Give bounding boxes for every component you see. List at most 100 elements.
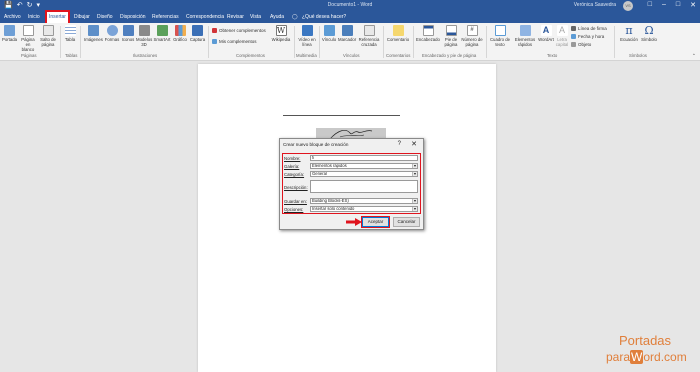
encabezado-button[interactable]: Encabezado: [416, 25, 440, 42]
chart-icon: [174, 25, 186, 36]
obtener-complementos-button[interactable]: Obtener complementos: [212, 28, 266, 34]
aceptar-button[interactable]: Aceptar: [361, 216, 390, 228]
comentario-button[interactable]: Comentario: [385, 25, 411, 42]
chevron-down-icon[interactable]: ▼: [412, 207, 417, 211]
opciones-label: Opciones:: [284, 207, 304, 212]
tabla-button[interactable]: Tabla: [63, 25, 77, 42]
smartart-icon: [156, 25, 168, 36]
group-label-complementos: Complementos: [236, 53, 265, 58]
group-label-tablas: Tablas: [65, 53, 78, 58]
opciones-select[interactable]: Insertar solo contenido ▼: [310, 206, 418, 212]
grafico-button[interactable]: Gráfico: [172, 25, 188, 42]
galeria-label: Galería:: [284, 164, 300, 169]
minimize-icon[interactable]: –: [662, 1, 666, 9]
descripcion-field[interactable]: [310, 180, 418, 193]
tab-ayuda[interactable]: Ayuda: [270, 14, 284, 20]
divider: [80, 26, 81, 58]
page-number-icon: #: [466, 25, 478, 36]
mis-complementos-button[interactable]: Mis complementos: [212, 39, 257, 45]
ecuacion-button[interactable]: π Ecuación: [619, 25, 639, 42]
footer-icon: [445, 25, 457, 36]
group-label-texto: Texto: [547, 53, 558, 58]
pagina-en-blanco-button[interactable]: Página en blanco: [19, 25, 37, 52]
comment-icon: [392, 25, 404, 36]
collapse-ribbon-icon[interactable]: ⌃: [692, 53, 696, 59]
shapes-icon: [106, 25, 118, 36]
ribbon-display-icon[interactable]: □: [648, 1, 652, 9]
tab-vista[interactable]: Vista: [250, 14, 261, 20]
divider: [319, 26, 320, 58]
group-label-simbolos: Símbolos: [629, 53, 647, 58]
tab-revisar[interactable]: Revisar: [227, 14, 244, 20]
cancelar-button[interactable]: Cancelar: [393, 217, 420, 227]
lightbulb-icon: ◯: [292, 14, 298, 20]
create-building-block-dialog: Crear nuevo bloque de creación ? ✕ Nombr…: [279, 138, 424, 230]
group-label-comentarios: Comentarios: [386, 53, 411, 58]
salto-de-pagina-button[interactable]: Salto de página: [39, 25, 57, 47]
store-icon: [212, 28, 217, 34]
tab-disposicion[interactable]: Disposición: [120, 14, 146, 20]
signature-line-icon: [571, 26, 576, 32]
tab-dibujar[interactable]: Dibujar: [74, 14, 90, 20]
fecha-y-hora-button[interactable]: Fecha y hora: [571, 34, 604, 40]
simbolo-button[interactable]: Ω Símbolo: [641, 25, 657, 42]
brand-watermark-domain: paraWord.com: [606, 350, 687, 364]
tab-insertar[interactable]: Insertar: [45, 10, 70, 25]
smartart-button[interactable]: SmartArt: [153, 25, 171, 42]
tell-me-search[interactable]: ¿Qué desea hacer?: [302, 14, 346, 20]
marcador-button[interactable]: Marcador: [338, 25, 356, 42]
video-en-linea-button[interactable]: Vídeo en línea: [297, 25, 317, 47]
pi-icon: π: [625, 24, 633, 37]
nombre-label: Nombre:: [284, 156, 301, 161]
formas-button[interactable]: Formas: [104, 25, 120, 42]
chevron-down-icon[interactable]: ▼: [412, 164, 417, 168]
divider: [413, 26, 414, 58]
close-icon[interactable]: ✕: [411, 140, 417, 148]
text-box-icon: [494, 25, 506, 36]
descripcion-label: Descripción:: [284, 185, 308, 190]
screenshot-icon: [192, 25, 203, 36]
chevron-down-icon[interactable]: ▼: [412, 172, 417, 176]
imagenes-button[interactable]: Imágenes: [84, 25, 103, 42]
maximize-icon[interactable]: □: [676, 1, 680, 9]
3d-models-icon: [138, 25, 150, 36]
elementos-rapidos-button[interactable]: Elementos rápidos: [513, 25, 537, 47]
cuadro-de-texto-button[interactable]: Cuadro de texto: [488, 25, 512, 47]
user-name[interactable]: Verónica Saavedra: [574, 2, 616, 8]
guardar-en-select[interactable]: Building Blocks-ES) ▼: [310, 198, 418, 204]
link-icon: [323, 25, 335, 36]
group-label-ilustraciones: Ilustraciones: [133, 53, 158, 58]
pie-de-pagina-button[interactable]: Pie de página: [442, 25, 460, 47]
help-icon[interactable]: ?: [398, 141, 401, 147]
referencia-cruzada-button[interactable]: Referencia cruzada: [357, 25, 381, 47]
objeto-button[interactable]: Objeto: [571, 42, 591, 48]
linea-de-firma-button[interactable]: Línea de firma: [571, 26, 607, 32]
brand-watermark-title: Portadas: [619, 333, 672, 348]
tab-archivo[interactable]: Archivo: [4, 14, 21, 20]
letra-capital-button[interactable]: A Letra capital: [555, 25, 569, 47]
modelos-3d-button[interactable]: Modelos 3D: [136, 25, 152, 47]
page-break-icon: [42, 25, 54, 36]
vinculo-button[interactable]: Vínculo: [321, 25, 337, 42]
categoria-select[interactable]: General ▼: [310, 171, 418, 177]
wikipedia-button[interactable]: W Wikipedia: [270, 25, 292, 42]
nombre-field[interactable]: fi: [310, 155, 418, 161]
captura-button[interactable]: Captura: [189, 25, 206, 42]
wordart-button[interactable]: A WordArt: [538, 25, 554, 42]
divider: [60, 26, 61, 58]
pictures-icon: [87, 25, 99, 36]
close-icon[interactable]: ✕: [690, 1, 696, 9]
tab-diseno[interactable]: Diseño: [97, 14, 113, 20]
portada-button[interactable]: Portada: [2, 25, 17, 42]
numero-de-pagina-button[interactable]: # Número de página: [461, 25, 483, 47]
tab-correspondencia[interactable]: Correspondencia: [186, 14, 224, 20]
tab-referencias[interactable]: Referencias: [152, 14, 179, 20]
dialog-title: Crear nuevo bloque de creación: [283, 142, 349, 147]
iconos-button[interactable]: Iconos: [121, 25, 135, 42]
divider: [614, 26, 615, 58]
tab-inicio[interactable]: Inicio: [28, 14, 40, 20]
chevron-down-icon[interactable]: ▼: [412, 199, 417, 203]
galeria-select[interactable]: Elementos rápidos ▼: [310, 163, 418, 169]
avatar[interactable]: VS: [623, 1, 633, 11]
group-label-multimedia: Multimedia: [296, 53, 317, 58]
